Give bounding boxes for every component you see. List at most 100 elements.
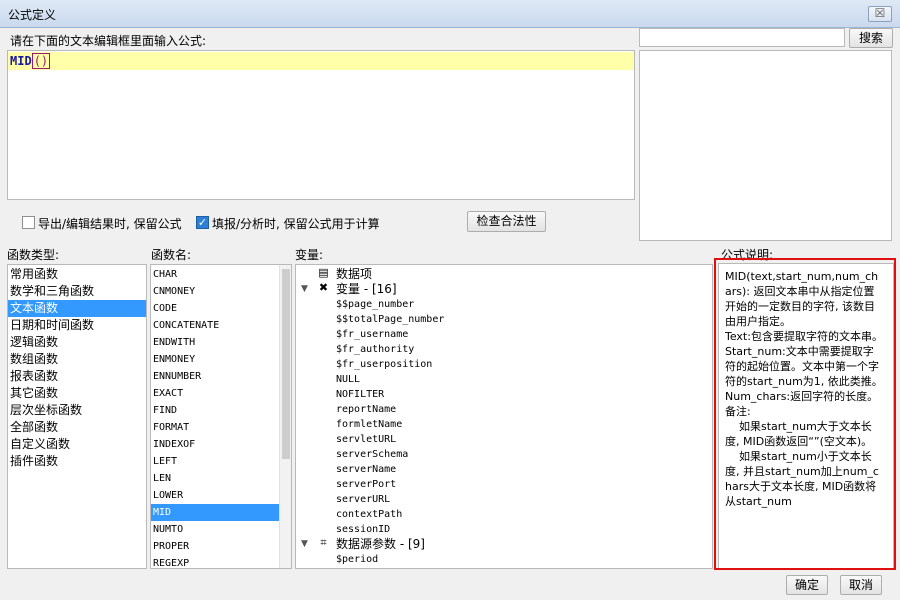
function-name-item[interactable]: FIND <box>151 402 279 419</box>
function-name-item[interactable]: LOWER <box>151 487 279 504</box>
tree-variable-item[interactable]: sessionID <box>296 522 706 537</box>
tree-variable-item[interactable]: serverSchema <box>296 447 706 462</box>
function-type-item[interactable]: 数学和三角函数 <box>8 283 146 300</box>
function-names-list[interactable]: CHAR CNMONEY CODE CONCATENATE ENDWITH ENMONEY… <box>150 264 292 569</box>
formula-paren: () <box>31 53 51 69</box>
tree-node-label: reportName <box>336 404 397 415</box>
function-name-item[interactable]: ENMONEY <box>151 351 279 368</box>
check-validity-button[interactable]: 检查合法性 <box>467 211 546 232</box>
close-button[interactable]: ☒ <box>868 6 892 22</box>
preserve-export-checkbox[interactable] <box>22 216 35 229</box>
highlight-box <box>714 258 896 570</box>
search-input[interactable] <box>639 28 845 47</box>
function-names-header: 函数名: <box>151 248 192 262</box>
variable-group-icon: ✖ <box>318 281 329 294</box>
function-name-item[interactable]: CNMONEY <box>151 283 279 300</box>
variables-header: 变量: <box>295 248 324 262</box>
preserve-export-label: 导出/编辑结果时, 保留公式 <box>38 217 182 231</box>
tree-node-label: 数据源参数 - [9] <box>336 537 425 551</box>
tree-node-label: serverName <box>336 464 397 475</box>
function-type-item[interactable]: 自定义函数 <box>8 436 146 453</box>
function-name-item[interactable]: INDEXOF <box>151 436 279 453</box>
tree-node-label: $$totalPage_number <box>336 314 445 325</box>
tree-node-label: sessionID <box>336 524 391 535</box>
function-type-item[interactable]: 报表函数 <box>8 368 146 385</box>
formula-editor[interactable]: MID() <box>7 50 635 200</box>
function-type-item[interactable]: 日期和时间函数 <box>8 317 146 334</box>
tree-node-label: NULL <box>336 374 361 385</box>
function-name-item[interactable]: LEN <box>151 470 279 487</box>
function-type-item[interactable]: 数组函数 <box>8 351 146 368</box>
function-types-header: 函数类型: <box>7 248 60 262</box>
function-type-item[interactable]: 常用函数 <box>8 266 146 283</box>
tree-variable-item[interactable]: serverURL <box>296 492 706 507</box>
cancel-button[interactable]: 取消 <box>840 575 882 595</box>
tree-variable-item[interactable]: servletURL <box>296 432 706 447</box>
function-name-item[interactable]: CHAR <box>151 266 279 283</box>
function-type-item[interactable]: 逻辑函数 <box>8 334 146 351</box>
ok-button[interactable]: 确定 <box>786 575 828 595</box>
tree-variable-item[interactable]: reportName <box>296 402 706 417</box>
formula-function-text: MID <box>10 54 32 68</box>
tree-node-label: $fr_userposition <box>336 359 433 370</box>
preserve-fill-checkbox[interactable]: ✓ <box>196 216 209 229</box>
tree-node-label: serverPort <box>336 479 397 490</box>
expand-arrow-icon[interactable]: ▼ <box>301 537 311 552</box>
tree-variable-item[interactable]: serverPort <box>296 477 706 492</box>
tree-node-label: NOFILTER <box>336 389 385 400</box>
scrollbar-thumb[interactable] <box>282 269 290 459</box>
tree-node-label: 数据项 <box>336 267 373 281</box>
preserve-fill-label: 填报/分析时, 保留公式用于计算 <box>212 217 380 231</box>
function-type-item[interactable]: 插件函数 <box>8 453 146 470</box>
tree-variable-item[interactable]: NOFILTER <box>296 387 706 402</box>
expand-arrow-icon[interactable]: ▼ <box>301 282 311 297</box>
function-name-item[interactable]: PROPER <box>151 538 279 555</box>
function-name-item[interactable]: EXACT <box>151 385 279 402</box>
tree-node-label: $$page_number <box>336 299 415 310</box>
function-types-list[interactable]: 常用函数 数学和三角函数 文本函数 日期和时间函数 逻辑函数 数组函数 报表函数 其它函数 层次… <box>7 264 147 569</box>
tree-variable-item[interactable]: NULL <box>296 372 706 387</box>
tree-variable-item[interactable]: serverName <box>296 462 706 477</box>
variables-tree[interactable]: ▤ 数据项 ▼ ✖ 变量 - [16] $$page_number $$totalPage_… <box>295 264 713 569</box>
tree-variable-item[interactable]: contextPath <box>296 507 706 522</box>
tree-variable-item[interactable]: $fr_authority <box>296 342 706 357</box>
function-name-item[interactable]: ENDWITH <box>151 334 279 351</box>
function-name-item[interactable]: CONCATENATE <box>151 317 279 334</box>
function-names-scrollbar[interactable] <box>279 265 291 568</box>
tree-node-label: formletName <box>336 419 403 430</box>
function-type-item[interactable]: 全部函数 <box>8 419 146 436</box>
function-name-item[interactable]: FORMAT <box>151 419 279 436</box>
function-name-item[interactable]: MID <box>151 504 279 521</box>
tree-param-item[interactable]: $period <box>296 552 706 567</box>
function-name-item[interactable]: REGEXP <box>151 555 279 568</box>
function-type-item[interactable]: 文本函数 <box>8 300 146 317</box>
function-name-item[interactable]: NUMTO <box>151 521 279 538</box>
function-type-item[interactable]: 层次坐标函数 <box>8 402 146 419</box>
data-table-icon: ▤ <box>318 266 329 279</box>
tree-node-label: $fr_username <box>336 329 409 340</box>
close-icon: ☒ <box>874 6 886 20</box>
search-button[interactable]: 搜索 <box>849 28 893 48</box>
param-group-icon: ⌗ <box>320 536 327 549</box>
tree-variable-item[interactable]: $$totalPage_number <box>296 312 706 327</box>
tree-variable-item[interactable]: $fr_userposition <box>296 357 706 372</box>
tree-node-label: 变量 - [16] <box>336 282 397 296</box>
tree-node-data-item[interactable]: ▤ 数据项 <box>296 267 706 282</box>
tree-node-label: servletURL <box>336 434 397 445</box>
tree-node-label: contextPath <box>336 509 403 520</box>
tree-node-datasource-params[interactable]: ▼ ⌗ 数据源参数 - [9] <box>296 537 706 552</box>
check-icon: ✓ <box>197 216 208 229</box>
function-name-item[interactable]: CODE <box>151 300 279 317</box>
tree-variable-item[interactable]: $fr_username <box>296 327 706 342</box>
function-name-item[interactable]: ENNUMBER <box>151 368 279 385</box>
tree-variable-item[interactable]: formletName <box>296 417 706 432</box>
tree-node-variables[interactable]: ▼ ✖ 变量 - [16] <box>296 282 706 297</box>
title-bar: 公式定义 ☒ <box>0 0 900 28</box>
editor-prompt: 请在下面的文本编辑框里面输入公式: <box>10 34 207 48</box>
function-type-item[interactable]: 其它函数 <box>8 385 146 402</box>
search-results-box[interactable] <box>639 50 892 241</box>
function-name-item[interactable]: LEFT <box>151 453 279 470</box>
window-title: 公式定义 <box>8 8 57 22</box>
tree-variable-item[interactable]: $$page_number <box>296 297 706 312</box>
formula-line[interactable]: MID() <box>8 52 634 70</box>
